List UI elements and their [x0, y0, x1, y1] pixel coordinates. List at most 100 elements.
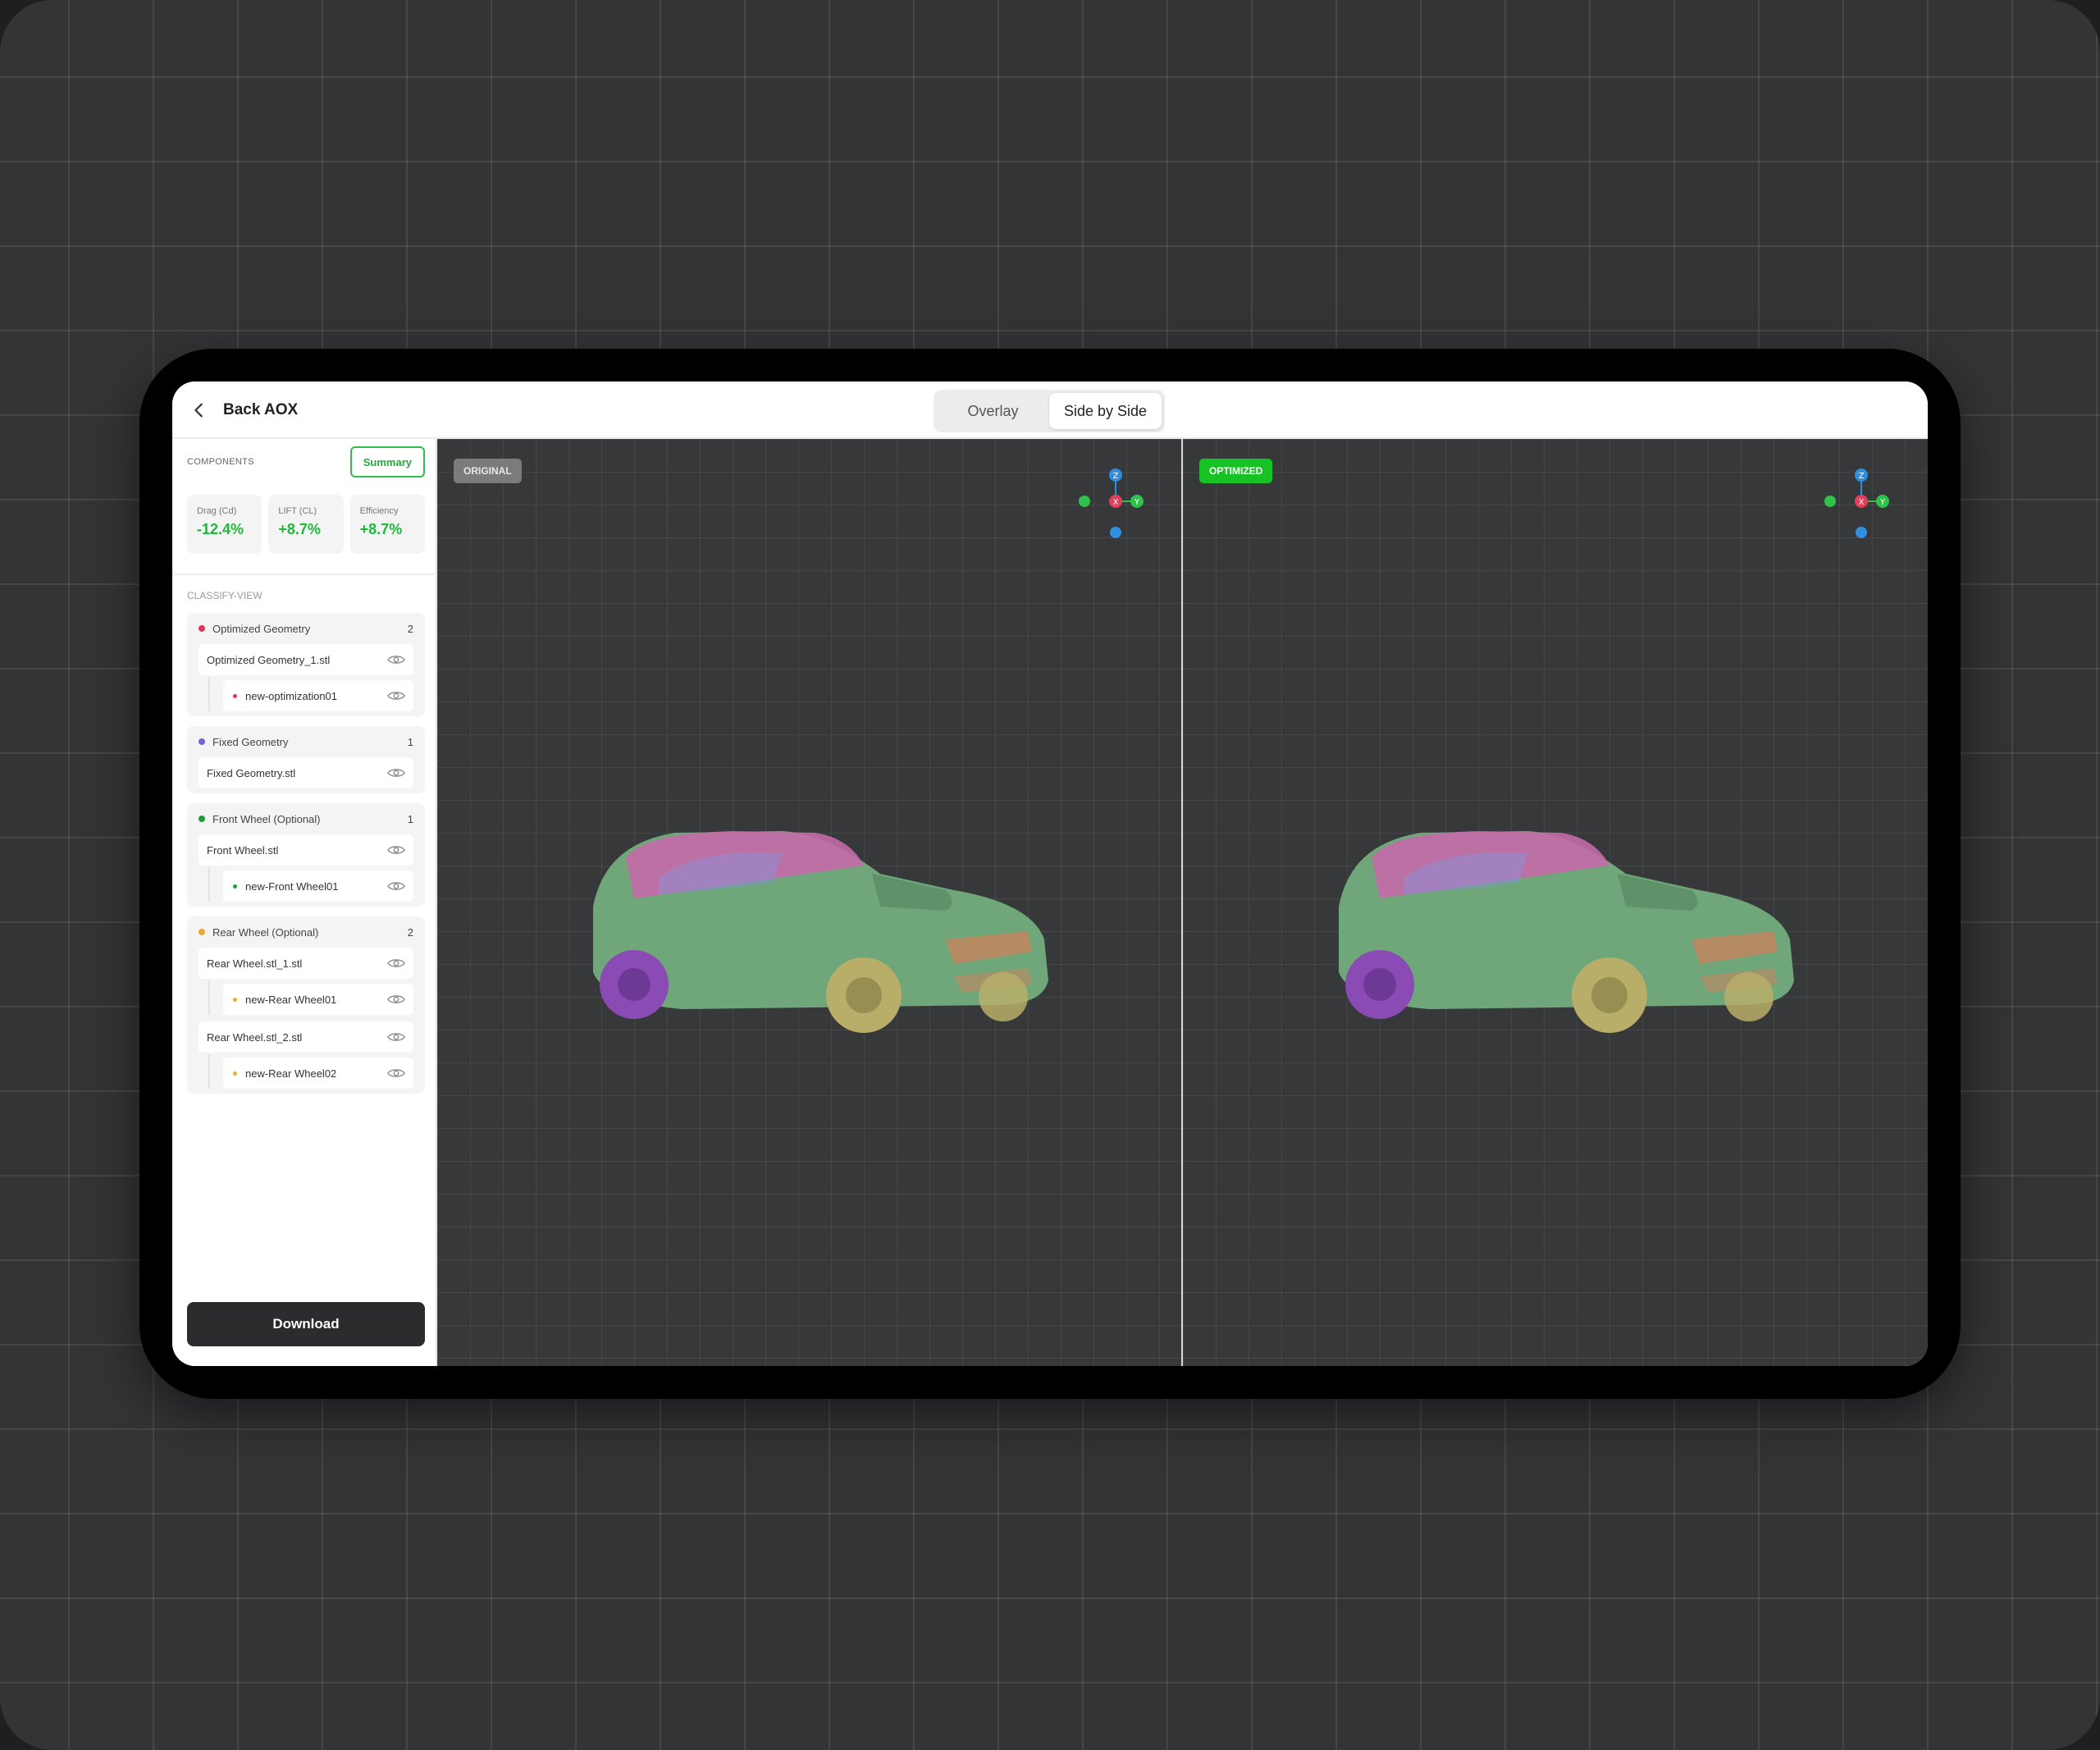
group-count: 2 — [407, 622, 413, 635]
components-header: COMPONENTS Summary — [187, 445, 425, 478]
original-tag: ORIGINAL — [454, 459, 522, 483]
front-wheel-hub — [1591, 977, 1628, 1013]
sub-item[interactable]: new-optimization01 — [223, 680, 413, 711]
group-header[interactable]: Optimized Geometry 2 — [187, 613, 425, 644]
status-dot — [199, 929, 205, 935]
neg-y-axis-handle[interactable] — [1824, 496, 1836, 507]
file-name: Front Wheel.stl — [207, 843, 279, 857]
car-model-optimized[interactable] — [1314, 800, 1823, 1046]
file-row[interactable]: Rear Wheel.stl_1.stl — [199, 948, 413, 979]
sub-item[interactable]: new-Front Wheel01 — [223, 870, 413, 902]
eye-icon[interactable] — [387, 690, 405, 701]
neg-z-axis-handle[interactable] — [1856, 527, 1867, 538]
group-name: Optimized Geometry — [212, 622, 311, 635]
status-dot — [199, 738, 205, 745]
group-name: Rear Wheel (Optional) — [212, 925, 319, 939]
metric-drag: Drag (Cd) -12.4% — [187, 495, 262, 554]
axis-label-x: X — [1859, 498, 1865, 507]
components-label: COMPONENTS — [187, 457, 254, 467]
group-count: 1 — [407, 812, 413, 825]
group-header[interactable]: Fixed Geometry 1 — [187, 726, 425, 757]
eye-icon[interactable] — [387, 880, 405, 892]
metric-value: -12.4% — [197, 521, 244, 537]
eye-icon[interactable] — [387, 994, 405, 1005]
back-button[interactable]: Back AOX — [190, 382, 298, 439]
axis-label-z: Z — [1113, 472, 1119, 481]
group-front-wheel: Front Wheel (Optional) 1 Front Wheel.stl… — [187, 803, 425, 907]
group-header[interactable]: Front Wheel (Optional) 1 — [187, 803, 425, 834]
eye-icon[interactable] — [387, 1031, 405, 1043]
tree-line — [208, 980, 210, 1015]
neg-z-axis-handle[interactable] — [1110, 527, 1121, 538]
metric-lift: LIFT (CL) +8.7% — [268, 495, 344, 554]
sub-row: new-Rear Wheel01 — [199, 980, 413, 1015]
sub-item-name: new-Front Wheel01 — [245, 880, 339, 893]
optimized-tag: OPTIMIZED — [1199, 459, 1273, 483]
group-name: Front Wheel (Optional) — [212, 812, 321, 825]
download-button[interactable]: Download — [187, 1302, 425, 1346]
top-bar: Back AOX Overlay Side by Side — [172, 382, 1928, 439]
group-name: Fixed Geometry — [212, 735, 289, 748]
eye-icon[interactable] — [387, 1067, 405, 1079]
group-header[interactable]: Rear Wheel (Optional) 2 — [187, 916, 425, 948]
file-name: Optimized Geometry_1.stl — [207, 653, 331, 666]
group-count: 2 — [407, 925, 413, 939]
divider — [172, 573, 437, 575]
eye-icon[interactable] — [387, 767, 405, 779]
sub-row: new-Front Wheel01 — [199, 867, 413, 902]
sub-item[interactable]: new-Rear Wheel01 — [223, 984, 413, 1015]
file-row[interactable]: Rear Wheel.stl_2.stl — [199, 1021, 413, 1053]
app-screen: Back AOX Overlay Side by Side COMPONENTS… — [172, 382, 1928, 1366]
group-optimized-geometry: Optimized Geometry 2 Optimized Geometry_… — [187, 613, 425, 716]
status-dot — [199, 816, 205, 822]
sub-item-name: new-optimization01 — [245, 689, 338, 702]
car-model-original[interactable] — [568, 800, 1077, 1046]
rear-wheel-hub — [1363, 968, 1396, 1001]
axis-label-y: Y — [1879, 498, 1886, 507]
front-wheel-far — [979, 972, 1028, 1021]
sub-item-name: new-Rear Wheel02 — [245, 1067, 337, 1080]
file-row[interactable]: Fixed Geometry.stl — [199, 757, 413, 788]
tab-overlay[interactable]: Overlay — [937, 393, 1049, 429]
eye-icon[interactable] — [387, 654, 405, 665]
front-wheel-hub — [846, 977, 882, 1013]
axis-gizmo[interactable]: Z Y X — [1073, 462, 1155, 544]
classify-view-label: CLASSIFY-VIEW — [187, 590, 262, 601]
status-dot — [233, 693, 237, 698]
viewport-optimized[interactable]: OPTIMIZED Z Y X — [1183, 439, 1928, 1366]
sub-row: new-optimization01 — [199, 677, 413, 711]
group-count: 1 — [407, 735, 413, 748]
eye-icon[interactable] — [387, 957, 405, 969]
status-dot — [233, 884, 237, 889]
sub-row: new-Rear Wheel02 — [199, 1054, 413, 1089]
viewport-original[interactable]: ORIGINAL Z Y X — [437, 439, 1181, 1366]
sub-item[interactable]: new-Rear Wheel02 — [223, 1058, 413, 1089]
file-row[interactable]: Optimized Geometry_1.stl — [199, 644, 413, 675]
file-name: Rear Wheel.stl_2.stl — [207, 1030, 303, 1044]
metric-label: Drag (Cd) — [197, 506, 237, 516]
eye-icon[interactable] — [387, 844, 405, 856]
tree-line — [208, 1054, 210, 1089]
axis-label-x: X — [1113, 498, 1119, 507]
metric-value: +8.7% — [359, 521, 403, 537]
axis-label-z: Z — [1859, 472, 1865, 481]
back-label: Back AOX — [223, 401, 299, 418]
view-mode-toggle: Overlay Side by Side — [934, 390, 1165, 432]
group-fixed-geometry: Fixed Geometry 1 Fixed Geometry.stl — [187, 726, 425, 793]
summary-button[interactable]: Summary — [349, 446, 425, 477]
neg-y-axis-handle[interactable] — [1079, 496, 1090, 507]
file-row[interactable]: Front Wheel.stl — [199, 834, 413, 866]
status-dot — [233, 997, 237, 1002]
status-dot — [233, 1071, 237, 1076]
metric-label: LIFT (CL) — [278, 506, 317, 516]
file-name: Rear Wheel.stl_1.stl — [207, 957, 303, 970]
axis-gizmo[interactable]: Z Y X — [1819, 462, 1901, 544]
tab-side-by-side[interactable]: Side by Side — [1049, 393, 1162, 429]
status-dot — [199, 625, 205, 632]
sidebar: COMPONENTS Summary Drag (Cd) -12.4% LIFT… — [172, 439, 437, 1366]
tablet-frame: Back AOX Overlay Side by Side COMPONENTS… — [139, 349, 1961, 1399]
file-name: Fixed Geometry.stl — [207, 766, 296, 779]
group-rear-wheel: Rear Wheel (Optional) 2 Rear Wheel.stl_1… — [187, 916, 425, 1094]
tree-line — [208, 867, 210, 902]
chevron-left-icon — [194, 403, 203, 418]
